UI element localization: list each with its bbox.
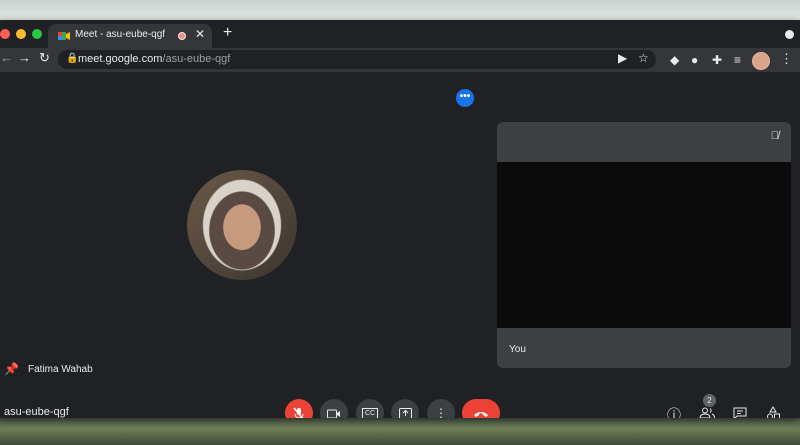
zoom-window-button[interactable] bbox=[32, 29, 42, 39]
microphone-toggle-button[interactable] bbox=[285, 399, 313, 418]
mic-off-icon bbox=[293, 407, 304, 418]
pin-icon[interactable]: 📌 bbox=[4, 362, 19, 376]
bookmark-star-icon[interactable]: ☆ bbox=[638, 51, 649, 65]
browser-menu-icon[interactable]: ⋮ bbox=[780, 51, 793, 67]
chat-icon[interactable] bbox=[733, 407, 747, 418]
participant-name: Fatima Wahab bbox=[28, 364, 93, 375]
address-bar[interactable]: 🔒 meet.google.com/asu-eube-qgf ▶ ☆ bbox=[58, 50, 656, 69]
extensions-puzzle-icon[interactable]: ✚ bbox=[712, 53, 722, 67]
reload-icon[interactable]: ↻ bbox=[39, 50, 50, 66]
muted-mic-icon: 🎙̸ bbox=[770, 130, 779, 142]
participant-avatar bbox=[187, 170, 297, 280]
new-tab-button[interactable]: + bbox=[223, 24, 232, 42]
meeting-details-icon[interactable]: ⓘ bbox=[667, 405, 681, 418]
profile-avatar[interactable] bbox=[752, 52, 770, 70]
people-icon[interactable] bbox=[699, 407, 715, 418]
tab-bar: Meet - asu-eube-qgf ✕ + bbox=[0, 20, 800, 48]
more-options-button[interactable]: ••• bbox=[456, 89, 474, 107]
captions-icon: CC bbox=[361, 408, 379, 418]
browser-window: Meet - asu-eube-qgf ✕ + ← → ↻ 🔒 meet.goo… bbox=[0, 20, 800, 418]
captions-button[interactable]: CC bbox=[356, 399, 384, 418]
self-video-feed bbox=[497, 162, 791, 328]
camera-icon bbox=[327, 409, 340, 418]
more-options-menu-button[interactable]: ⋮ bbox=[427, 399, 455, 418]
tab-title: Meet - asu-eube-qgf bbox=[75, 29, 166, 40]
minimize-window-button[interactable] bbox=[16, 29, 26, 39]
close-window-button[interactable] bbox=[0, 29, 10, 39]
leave-call-button[interactable] bbox=[462, 399, 500, 418]
meeting-code: asu-eube-qgf bbox=[4, 406, 69, 418]
tab-search-icon[interactable] bbox=[785, 30, 794, 39]
desktop-background bbox=[0, 418, 800, 445]
extension-tag-icon[interactable]: ◆ bbox=[670, 53, 679, 67]
vertical-dots-icon: ⋮ bbox=[435, 406, 447, 418]
url-host: meet.google.com bbox=[78, 53, 163, 65]
meet-stage: ••• 📌 Fatima Wahab 🎙̸ You asu-eube-qgf C… bbox=[0, 72, 800, 418]
tab-meet[interactable]: Meet - asu-eube-qgf ✕ bbox=[48, 24, 212, 48]
activities-icon[interactable] bbox=[766, 406, 780, 418]
media-control-icon[interactable]: ≡ bbox=[734, 53, 741, 67]
back-icon[interactable]: ← bbox=[0, 50, 13, 65]
present-screen-button[interactable] bbox=[391, 399, 419, 418]
close-tab-icon[interactable]: ✕ bbox=[195, 27, 205, 41]
url-text[interactable]: meet.google.com/asu-eube-qgf bbox=[78, 53, 230, 65]
self-label: You bbox=[509, 344, 526, 355]
self-video-tile: 🎙̸ You bbox=[497, 122, 791, 368]
meet-favicon-icon bbox=[58, 32, 70, 40]
browser-toolbar: ← → ↻ 🔒 meet.google.com/asu-eube-qgf ▶ ☆… bbox=[0, 48, 800, 72]
extension-basket-icon[interactable]: ● bbox=[691, 53, 698, 67]
people-count-badge: 2 bbox=[703, 394, 716, 407]
lock-icon[interactable]: 🔒 bbox=[66, 53, 78, 64]
recording-indicator-icon bbox=[178, 32, 186, 40]
camera-toggle-button[interactable] bbox=[320, 399, 348, 418]
present-icon bbox=[398, 408, 412, 418]
hang-up-icon bbox=[474, 411, 488, 417]
forward-icon[interactable]: → bbox=[18, 50, 31, 65]
camera-in-use-icon[interactable]: ▶ bbox=[618, 51, 627, 65]
url-path: /asu-eube-qgf bbox=[162, 53, 231, 65]
